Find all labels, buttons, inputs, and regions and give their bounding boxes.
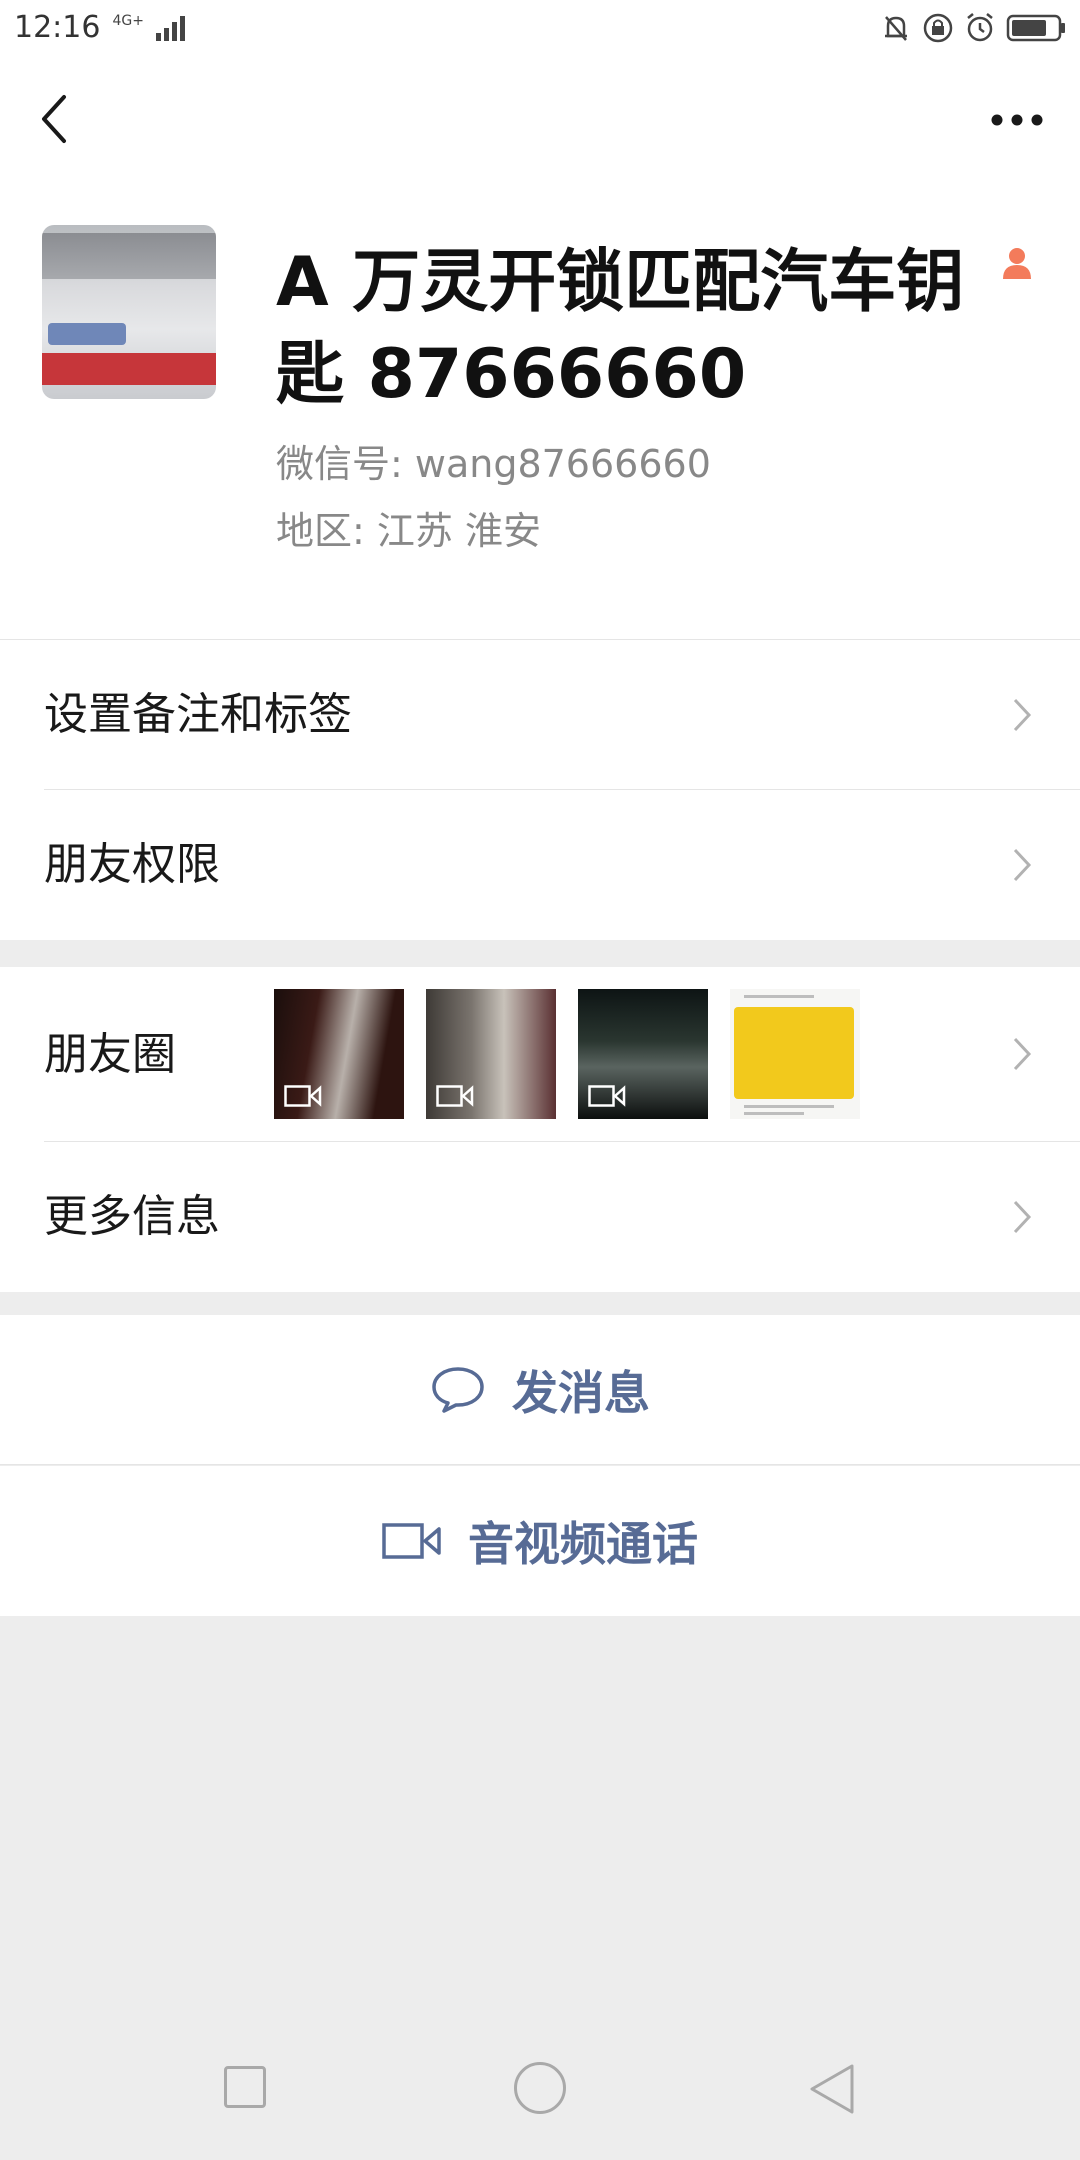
recent-apps-button[interactable] — [224, 2066, 266, 2108]
moment-thumbnail — [426, 989, 556, 1119]
chevron-left-icon[interactable] — [36, 93, 76, 145]
moments-thumbnails — [274, 989, 860, 1119]
moment-thumbnail — [274, 989, 404, 1119]
more-info-label: 更多信息 — [44, 1191, 220, 1242]
more-dots-icon[interactable] — [990, 113, 1044, 127]
friend-permissions-row[interactable]: 朋友权限 — [0, 790, 1080, 940]
avatar-sign-bottom — [42, 353, 216, 385]
status-time: 12:16 — [14, 10, 101, 45]
chat-bubble-icon — [432, 1366, 484, 1413]
wechat-id: 微信号: wang87666660 — [276, 442, 711, 486]
remark-tags-label: 设置备注和标签 — [44, 689, 352, 740]
battery-icon — [1006, 14, 1065, 41]
contact-name: A 万灵开锁匹配汽车钥匙 87666660 — [276, 243, 965, 414]
av-call-button[interactable]: 音视频通话 — [0, 1466, 1080, 1616]
back-triangle-icon[interactable] — [808, 2062, 856, 2116]
female-gender-icon — [1003, 248, 1031, 279]
signal-icon — [155, 15, 185, 41]
avatar[interactable] — [42, 225, 216, 399]
moment-thumbnail — [578, 989, 708, 1119]
chevron-right-icon — [1013, 848, 1032, 882]
remark-tags-row[interactable]: 设置备注和标签 — [0, 640, 1080, 790]
status-bar: 12:16 4G+ — [0, 0, 1080, 55]
video-icon — [284, 1085, 322, 1107]
more-info-row[interactable]: 更多信息 — [0, 1142, 1080, 1292]
avatar-sign-middle — [42, 311, 216, 355]
region: 地区: 江苏 淮安 — [276, 509, 541, 553]
friend-permissions-label: 朋友权限 — [44, 839, 220, 890]
send-message-label: 发消息 — [512, 1365, 650, 1420]
chevron-right-icon — [1013, 1200, 1032, 1234]
video-icon — [588, 1085, 626, 1107]
av-call-label: 音视频通话 — [468, 1517, 698, 1571]
mute-bell-icon — [885, 15, 907, 41]
moment-thumbnail — [730, 989, 860, 1119]
network-type: 4G+ — [112, 12, 144, 29]
video-call-icon — [382, 1523, 441, 1559]
chevron-right-icon — [1013, 1037, 1032, 1071]
moments-row[interactable]: 朋友圈 — [0, 967, 1080, 1142]
video-icon — [436, 1085, 474, 1107]
rotation-lock-icon — [923, 13, 953, 42]
avatar-sign-top — [42, 233, 216, 279]
send-message-button[interactable]: 发消息 — [0, 1315, 1080, 1465]
chevron-right-icon — [1013, 698, 1032, 732]
alarm-icon — [967, 12, 993, 41]
profile-header: A 万灵开锁匹配汽车钥匙 87666660 微信号: wang87666660 … — [0, 185, 1080, 640]
system-navigation-bar — [0, 2040, 1080, 2160]
top-navigation — [0, 55, 1080, 185]
home-button[interactable] — [514, 2062, 566, 2114]
moments-label: 朋友圈 — [44, 1029, 176, 1080]
